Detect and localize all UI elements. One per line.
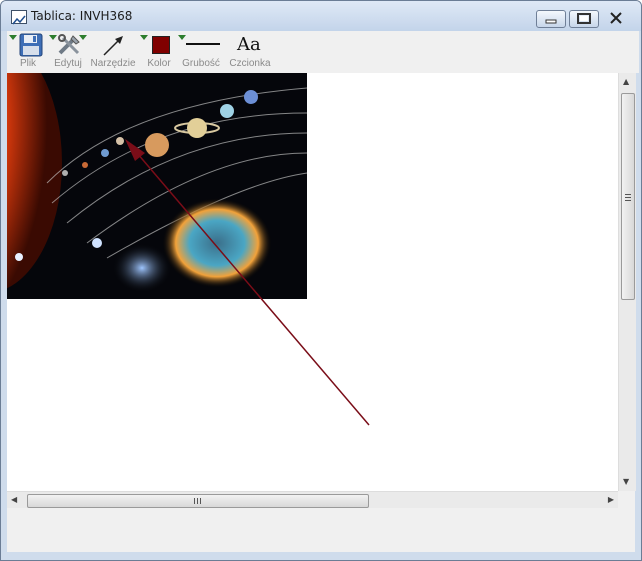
vertical-scroll-thumb[interactable] <box>621 93 635 300</box>
toolbar-thickness-button[interactable]: Grubość <box>178 31 224 73</box>
maximize-button[interactable] <box>569 10 599 28</box>
line-thickness-icon <box>186 43 220 45</box>
toolbar-file-button[interactable]: Plik <box>7 31 49 73</box>
drawing-canvas[interactable] <box>7 73 618 491</box>
color-swatch-icon <box>152 36 170 54</box>
toolbar-tool-button[interactable]: Narzędzie <box>87 31 139 73</box>
toolbar-color-button[interactable]: Kolor <box>140 31 178 73</box>
title-bar[interactable]: Tablica: INVH368 <box>1 1 641 31</box>
arrow-annotation[interactable] <box>7 73 618 491</box>
toolbar: Plik Edytuj Narzędzie Kolor Grubość Aa C… <box>7 31 639 73</box>
close-button[interactable] <box>602 10 630 26</box>
toolbar-edit-button[interactable]: Edytuj <box>49 31 87 73</box>
window-title: Tablica: INVH368 <box>31 9 133 23</box>
dropdown-triangle-icon[interactable] <box>49 35 57 40</box>
toolbar-color-label: Kolor <box>147 58 171 69</box>
dropdown-triangle-icon[interactable] <box>79 35 87 40</box>
scroll-up-icon[interactable]: ▲ <box>623 77 629 87</box>
arrow-tool-icon <box>103 36 123 56</box>
toolbar-edit-label: Edytuj <box>54 58 82 69</box>
horizontal-scrollbar[interactable]: ◀ ▶ <box>7 491 618 509</box>
dropdown-triangle-icon[interactable] <box>178 35 186 40</box>
toolbar-font-button[interactable]: Aa Czcionka <box>225 31 275 73</box>
floppy-disk-icon <box>19 33 43 57</box>
font-icon: Aa <box>237 34 261 55</box>
dropdown-triangle-icon[interactable] <box>140 35 148 40</box>
status-area <box>7 508 635 552</box>
horizontal-scroll-thumb[interactable] <box>27 494 369 508</box>
scroll-down-icon[interactable]: ▼ <box>623 477 629 487</box>
toolbar-thickness-label: Grubość <box>182 58 220 69</box>
toolbar-tool-label: Narzędzie <box>90 58 136 69</box>
minimize-button[interactable] <box>536 10 566 28</box>
scroll-left-icon[interactable]: ◀ <box>11 495 17 505</box>
app-chart-icon <box>11 10 27 25</box>
dropdown-triangle-icon[interactable] <box>9 35 17 40</box>
toolbar-font-label: Czcionka <box>229 58 271 69</box>
toolbar-file-label: Plik <box>19 58 37 69</box>
whiteboard-window: Tablica: INVH368 Plik Edytuj Narzędzie K… <box>0 0 642 561</box>
vertical-scrollbar[interactable]: ▲ ▼ <box>618 73 636 491</box>
scroll-right-icon[interactable]: ▶ <box>608 495 614 505</box>
scrollbar-corner <box>618 491 635 508</box>
